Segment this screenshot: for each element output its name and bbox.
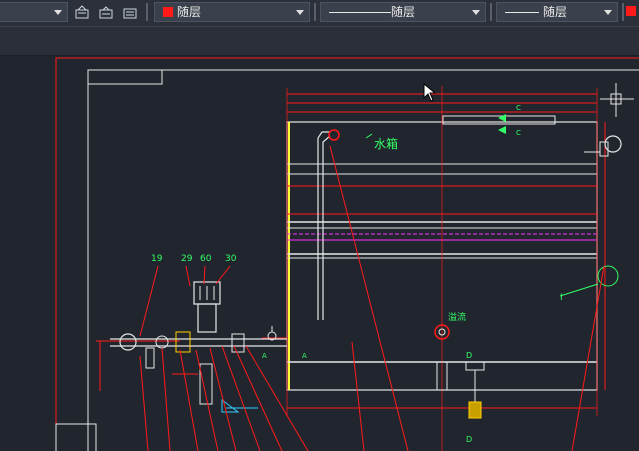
title-block (55, 423, 97, 451)
leader-line (215, 265, 231, 285)
label-water-tank: 水箱 (374, 136, 398, 151)
item-label-19: 19 (151, 254, 163, 264)
properties-toolbar: 随层 随层 随层 (0, 0, 639, 27)
flex-joint (175, 331, 191, 353)
valve-handwheel (119, 333, 137, 351)
toolbar-separator (314, 3, 316, 21)
section-arrow (498, 126, 506, 134)
leader-line (161, 347, 171, 451)
annotation-leader (365, 133, 373, 139)
workspace-combo[interactable] (0, 2, 68, 22)
layer-match-icon[interactable] (122, 4, 138, 20)
ribbon-subbar (0, 27, 639, 56)
leader-line (185, 265, 191, 287)
section-i-label: I (560, 293, 563, 303)
section-c-label: C (516, 104, 521, 112)
leader-line (139, 355, 149, 451)
tank-top-plate (442, 115, 556, 125)
leader-line (571, 265, 605, 451)
lineweight-combo[interactable]: 随层 (496, 2, 618, 22)
crosshair-cursor-icon (600, 83, 634, 117)
layer-previous-icon[interactable] (98, 4, 114, 20)
drain-valve (468, 401, 482, 419)
item-label-60: 60 (200, 254, 212, 264)
float-valve (328, 129, 340, 141)
side-valve (604, 135, 622, 153)
dropdown-arrow-icon (296, 10, 304, 15)
drawing-canvas[interactable]: 水箱 溢流 D D C C I A A 19 29 60 30 (0, 56, 639, 451)
linetype-combo-value: 随层 (391, 5, 416, 19)
label-overflow: 溢流 (448, 311, 466, 323)
color-swatch (163, 7, 173, 17)
leader-line (203, 265, 206, 285)
item-label-29: 29 (181, 254, 193, 264)
dropdown-arrow-icon (604, 10, 612, 15)
pipe-support (145, 347, 155, 369)
toolbar-separator (146, 3, 148, 21)
linetype-sample (329, 12, 391, 13)
dropdown-arrow-icon (54, 10, 62, 15)
section-a-label: A (262, 352, 267, 360)
title-tab (88, 70, 163, 85)
drain-flange (465, 361, 485, 371)
detail-leader (559, 283, 599, 297)
check-valve (231, 333, 245, 353)
leader-line (179, 349, 199, 451)
leader-line (329, 145, 409, 451)
color-combo[interactable]: 随层 (154, 2, 310, 22)
color-combo-value: 随层 (177, 5, 202, 19)
leader-line (351, 341, 365, 451)
border-frame (87, 69, 639, 451)
lineweight-combo-value: 随层 (543, 5, 568, 19)
section-a-label: A (302, 352, 307, 360)
item-label-30: 30 (225, 254, 237, 264)
dropdown-arrow-icon (472, 10, 480, 15)
toolbar-separator (490, 3, 492, 21)
plotstyle-combo[interactable] (626, 2, 639, 22)
plotstyle-swatch (626, 6, 636, 16)
section-d-label: D (466, 435, 472, 444)
section-c-label: C (516, 129, 521, 137)
mouse-pointer-icon (423, 83, 437, 102)
linetype-combo[interactable]: 随层 (320, 2, 486, 22)
toolbar-separator (622, 3, 624, 21)
section-d-label: D (466, 351, 472, 360)
section-arrow (498, 114, 506, 122)
pump-body (197, 303, 217, 333)
inlet-pipe (317, 131, 330, 320)
lineweight-sample (505, 12, 539, 13)
leader-line (209, 347, 237, 451)
layer-state-icon[interactable] (74, 4, 90, 20)
leader-line (139, 265, 159, 337)
